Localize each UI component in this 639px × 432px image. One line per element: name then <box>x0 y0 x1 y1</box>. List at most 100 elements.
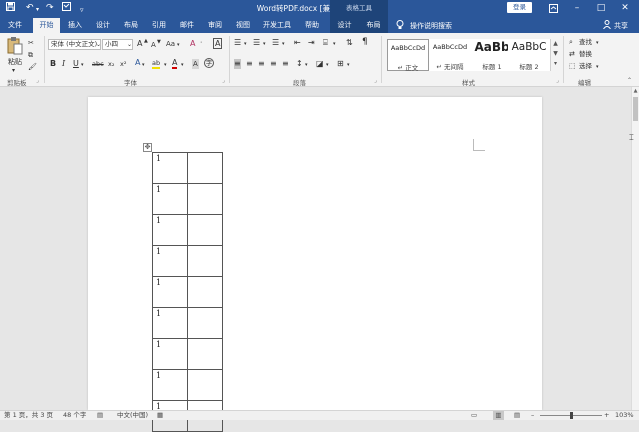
enclose-characters-button[interactable]: 字 <box>204 58 214 68</box>
read-mode-icon[interactable]: ▭ <box>471 411 477 420</box>
superscript-button[interactable]: x² <box>120 59 126 69</box>
phonetic-guide-icon[interactable]: ᐧ <box>200 38 202 48</box>
ribbon-display-options-icon[interactable] <box>542 0 564 17</box>
subscript-button[interactable]: x₂ <box>108 59 114 69</box>
numbering-icon[interactable]: ☰ <box>253 38 260 48</box>
paste-icon[interactable] <box>7 36 23 58</box>
tab-mailings[interactable]: 邮件 <box>174 17 200 33</box>
minimize-icon[interactable]: – <box>566 0 588 17</box>
tab-references[interactable]: 引用 <box>146 17 172 33</box>
styles-gallery-scroll[interactable]: ▲ ▼ ▾ <box>550 39 560 71</box>
character-shading-button[interactable]: A <box>192 59 199 69</box>
table-cell[interactable] <box>187 183 223 215</box>
paragraph-launcher-icon[interactable]: ⌟ <box>374 76 377 86</box>
tab-layout[interactable]: 布局 <box>118 17 144 33</box>
numbering-dropdown-icon[interactable]: ▾ <box>263 39 266 49</box>
proofing-icon[interactable]: ▤ <box>97 411 103 420</box>
font-name-box[interactable]: 宋体 (中文正文) <box>48 39 101 50</box>
shading-icon[interactable]: ◪ <box>316 59 324 69</box>
character-border-button[interactable]: A <box>213 38 223 49</box>
tab-insert[interactable]: 插入 <box>62 17 88 33</box>
chinese-layout-dropdown-icon[interactable]: ▾ <box>333 39 336 49</box>
page-count[interactable]: 第 1 页，共 3 页 <box>4 411 53 420</box>
tab-review[interactable]: 审阅 <box>202 17 228 33</box>
highlight-dropdown-icon[interactable]: ▾ <box>164 60 167 70</box>
chinese-layout-icon[interactable]: ⌸ <box>323 38 328 48</box>
cut-icon[interactable]: ✂ <box>28 38 34 48</box>
table-cell[interactable] <box>187 245 223 277</box>
table-cell[interactable]: 1 <box>152 276 188 308</box>
maximize-icon[interactable]: □ <box>590 0 612 17</box>
text-effects-dropdown-icon[interactable]: ▾ <box>142 60 145 70</box>
multilevel-list-icon[interactable]: ☰ <box>272 38 279 48</box>
table-cell[interactable] <box>187 152 223 184</box>
borders-dropdown-icon[interactable]: ▾ <box>347 60 350 70</box>
shrink-font-button[interactable]: A <box>151 40 156 50</box>
table-cell[interactable] <box>187 338 223 370</box>
grow-font-button[interactable]: A <box>137 39 142 49</box>
strikethrough-button[interactable]: abc <box>92 59 104 69</box>
table-cell[interactable]: 1 <box>152 245 188 277</box>
table-cell[interactable]: 1 <box>152 307 188 339</box>
line-spacing-dropdown-icon[interactable]: ▾ <box>305 60 308 70</box>
table-cell[interactable] <box>187 369 223 401</box>
bullets-dropdown-icon[interactable]: ▾ <box>244 39 247 49</box>
find-button[interactable]: 查找 <box>579 37 592 47</box>
language-status[interactable]: 中文(中国) <box>117 411 148 420</box>
text-effects-button[interactable]: A <box>135 58 140 68</box>
tab-help[interactable]: 帮助 <box>298 17 326 33</box>
align-right-icon[interactable]: ≡ <box>258 59 265 69</box>
table-cell[interactable]: 1 <box>152 152 188 184</box>
sort-icon[interactable]: ⇅ <box>346 38 353 48</box>
table-cell[interactable]: 1 <box>152 183 188 215</box>
distributed-icon[interactable]: ≡ <box>282 59 289 69</box>
table-move-handle-icon[interactable]: ✥ <box>143 143 152 152</box>
macro-record-icon[interactable]: ▦ <box>157 411 163 420</box>
find-dropdown-icon[interactable]: ▾ <box>596 38 599 48</box>
multilevel-dropdown-icon[interactable]: ▾ <box>282 39 285 49</box>
paste-dropdown-icon[interactable]: ▾ <box>12 66 15 76</box>
share-button[interactable]: 共享 <box>614 21 628 31</box>
highlight-button[interactable]: ab <box>152 59 161 69</box>
scroll-thumb[interactable] <box>633 97 638 121</box>
tab-table-design[interactable]: 设计 <box>330 17 359 33</box>
bold-button[interactable]: B <box>50 59 56 69</box>
zoom-in-icon[interactable]: + <box>604 411 609 420</box>
underline-button[interactable]: U <box>73 59 79 69</box>
select-dropdown-icon[interactable]: ▾ <box>596 62 599 72</box>
tab-table-layout[interactable]: 布局 <box>359 17 388 33</box>
shading-dropdown-icon[interactable]: ▾ <box>326 60 329 70</box>
table-cell[interactable]: 1 <box>152 369 188 401</box>
align-center-icon[interactable]: ≡ <box>246 59 253 69</box>
bullets-icon[interactable]: ☰ <box>234 38 241 48</box>
tab-file[interactable]: 文件 <box>0 17 30 33</box>
font-launcher-icon[interactable]: ⌟ <box>222 76 225 86</box>
font-size-dropdown-icon[interactable]: ⌄ <box>127 40 132 50</box>
select-button[interactable]: 选择 <box>579 61 592 71</box>
word-count[interactable]: 48 个字 <box>63 411 86 420</box>
change-case-button[interactable]: Aa <box>166 39 175 49</box>
zoom-level[interactable]: 103% <box>615 411 634 420</box>
clear-formatting-button[interactable]: A <box>190 39 195 49</box>
table-cell[interactable] <box>187 276 223 308</box>
line-spacing-icon[interactable]: ↕ <box>296 59 303 69</box>
style-normal[interactable]: AaBbCcDd ↵ 正文 <box>387 39 429 72</box>
collapse-ribbon-icon[interactable]: ⌃ <box>627 76 632 86</box>
zoom-out-icon[interactable]: – <box>531 411 534 420</box>
tab-home[interactable]: 开始 <box>33 18 60 33</box>
zoom-slider-thumb[interactable] <box>570 412 573 419</box>
format-painter-icon[interactable]: 🖌 <box>28 62 37 72</box>
show-marks-icon[interactable]: ¶ <box>362 37 368 47</box>
style-heading-1[interactable]: AaBb 标题 1 <box>471 39 513 71</box>
font-color-button[interactable]: A <box>172 58 178 69</box>
table-cell[interactable]: 1 <box>152 214 188 246</box>
login-button[interactable]: 登录 <box>507 2 532 13</box>
tab-design[interactable]: 设计 <box>90 17 116 33</box>
clipboard-launcher-icon[interactable]: ⌟ <box>36 76 39 86</box>
align-left-icon[interactable]: ≡ <box>234 59 241 69</box>
styles-launcher-icon[interactable]: ⌟ <box>556 76 559 86</box>
italic-button[interactable]: I <box>62 59 65 69</box>
replace-button[interactable]: 替换 <box>579 49 592 59</box>
tell-me-search[interactable]: 操作说明搜索 <box>410 21 452 31</box>
decrease-indent-icon[interactable]: ⇤ <box>294 38 301 48</box>
